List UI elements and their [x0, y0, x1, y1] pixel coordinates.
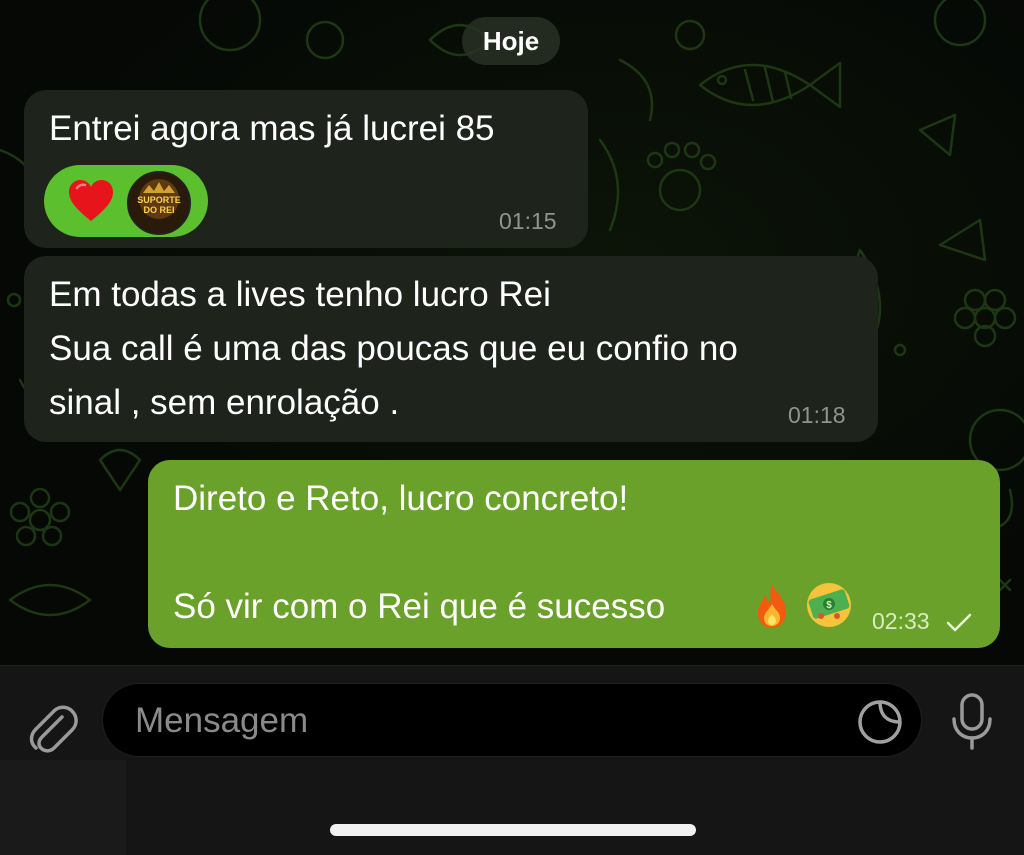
message-text: Entrei agora mas já lucrei 85 [49, 109, 495, 148]
svg-text:SUPORTE: SUPORTE [137, 195, 181, 205]
date-separator: Hoje [462, 17, 560, 65]
message-bubble-incoming[interactable]: Em todas a lives tenho lucro Rei Sua cal… [24, 256, 878, 442]
money-emoji-icon: $ [807, 583, 851, 627]
message-time: 01:18 [788, 402, 846, 428]
attach-button[interactable] [20, 695, 84, 759]
composer-left-panel [0, 760, 126, 855]
message-text: Em todas a lives tenho lucro Rei Sua cal… [49, 275, 738, 422]
message-time: 02:33 [872, 608, 930, 634]
message-bubble-outgoing[interactable]: Direto e Reto, lucro concreto! Só vir co… [148, 460, 1000, 648]
svg-text:$: $ [826, 600, 832, 611]
sticker-icon[interactable] [855, 697, 905, 747]
message-time: 01:15 [499, 208, 557, 234]
paperclip-icon [29, 705, 78, 753]
message-composer [0, 665, 1024, 855]
microphone-icon[interactable] [944, 691, 1000, 751]
svg-text:DO REI: DO REI [143, 205, 174, 215]
sent-check-icon [946, 613, 972, 632]
heart-icon [69, 180, 113, 221]
composer-divider [0, 665, 1024, 666]
message-input-container[interactable] [102, 683, 922, 757]
chat-screen: Hoje Entrei agora mas já lucrei 85 SUPOR… [0, 0, 1024, 855]
reaction-avatar: SUPORTE DO REI [127, 171, 191, 235]
fire-emoji-icon [758, 584, 786, 628]
message-bubble-incoming[interactable]: Entrei agora mas já lucrei 85 SUPORTE DO… [24, 90, 588, 248]
message-text: Direto e Reto, lucro concreto! Só vir co… [173, 479, 666, 626]
message-input[interactable] [133, 694, 837, 748]
suporte-do-rei-logo: SUPORTE DO REI [129, 173, 189, 233]
home-indicator[interactable] [330, 824, 696, 836]
reactions-pill[interactable]: SUPORTE DO REI [44, 165, 208, 237]
